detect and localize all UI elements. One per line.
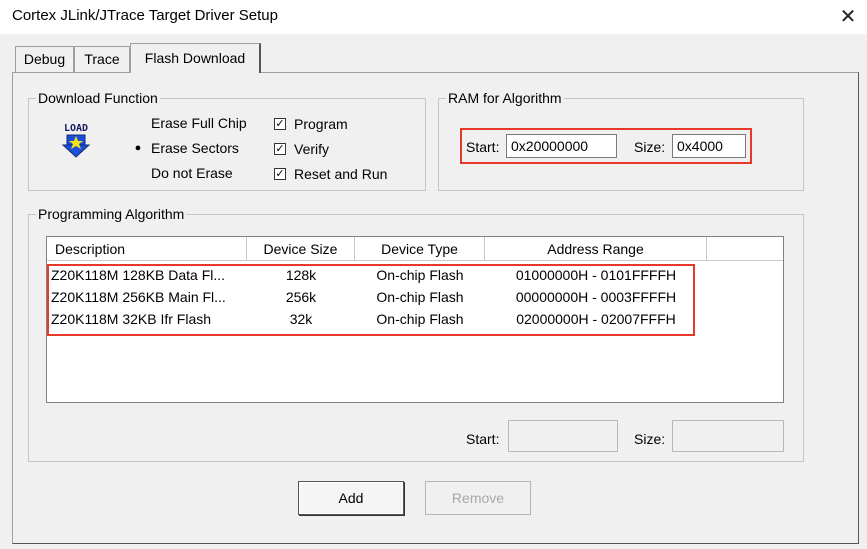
column-header-description[interactable]: Description: [47, 237, 247, 261]
checkbox-reset-and-run-label: Reset and Run: [294, 166, 388, 182]
checkbox-reset-and-run[interactable]: ✓: [274, 168, 286, 180]
title-bar: Cortex JLink/JTrace Target Driver Setup …: [0, 0, 867, 34]
column-header-device-size-label: Device Size: [263, 241, 338, 257]
column-header-empty: [707, 237, 783, 261]
algo-start-input[interactable]: [508, 420, 618, 452]
tab-flash-download[interactable]: Flash Download: [130, 43, 261, 73]
add-button-label: Add: [338, 490, 364, 506]
ram-size-label: Size:: [634, 139, 666, 155]
radio-erase-full-chip[interactable]: [132, 117, 144, 129]
load-icon-text: LOAD: [64, 123, 88, 134]
ram-start-input[interactable]: 0x20000000: [506, 134, 617, 158]
ram-legend: RAM for Algorithm: [446, 90, 564, 106]
ram-start-label: Start:: [466, 139, 500, 155]
window-title: Cortex JLink/JTrace Target Driver Setup: [12, 7, 278, 24]
remove-button-label: Remove: [451, 490, 505, 506]
column-header-device-type-label: Device Type: [381, 241, 458, 257]
checkbox-program[interactable]: ✓: [274, 118, 286, 130]
add-button[interactable]: Add: [298, 481, 404, 515]
algo-size-label: Size:: [634, 431, 666, 447]
algo-start-label: Start:: [466, 431, 500, 447]
radio-erase-sectors[interactable]: ●: [132, 142, 144, 154]
ram-size-input[interactable]: 0x4000: [672, 134, 746, 158]
download-function-legend: Download Function: [36, 90, 160, 106]
radio-erase-sectors-label: Erase Sectors: [151, 140, 239, 156]
tab-debug[interactable]: Debug: [15, 46, 74, 72]
tab-trace[interactable]: Trace: [74, 46, 130, 72]
algo-size-input[interactable]: [672, 420, 784, 452]
checkbox-verify-label: Verify: [294, 141, 330, 157]
load-icon: LOAD: [58, 119, 94, 159]
column-header-address-range-label: Address Range: [547, 241, 644, 257]
column-header-device-size[interactable]: Device Size: [247, 237, 355, 261]
column-header-description-label: Description: [55, 241, 126, 257]
algorithm-rows-highlight-box: [47, 264, 695, 336]
tab-trace-label: Trace: [84, 51, 120, 67]
remove-button[interactable]: Remove: [425, 481, 531, 515]
radio-erase-full-chip-label: Erase Full Chip: [151, 115, 247, 131]
close-button[interactable]: ✕: [832, 2, 864, 32]
tab-flash-download-label: Flash Download: [144, 50, 246, 66]
tab-debug-label: Debug: [23, 51, 66, 67]
close-icon: ✕: [839, 6, 857, 28]
column-header-address-range[interactable]: Address Range: [485, 237, 707, 261]
checkbox-verify[interactable]: ✓: [274, 143, 286, 155]
radio-do-not-erase-label: Do not Erase: [151, 165, 233, 181]
programming-algorithm-legend: Programming Algorithm: [36, 206, 187, 222]
checkbox-program-label: Program: [294, 116, 348, 132]
column-header-device-type[interactable]: Device Type: [355, 237, 485, 261]
radio-do-not-erase[interactable]: [132, 167, 144, 179]
